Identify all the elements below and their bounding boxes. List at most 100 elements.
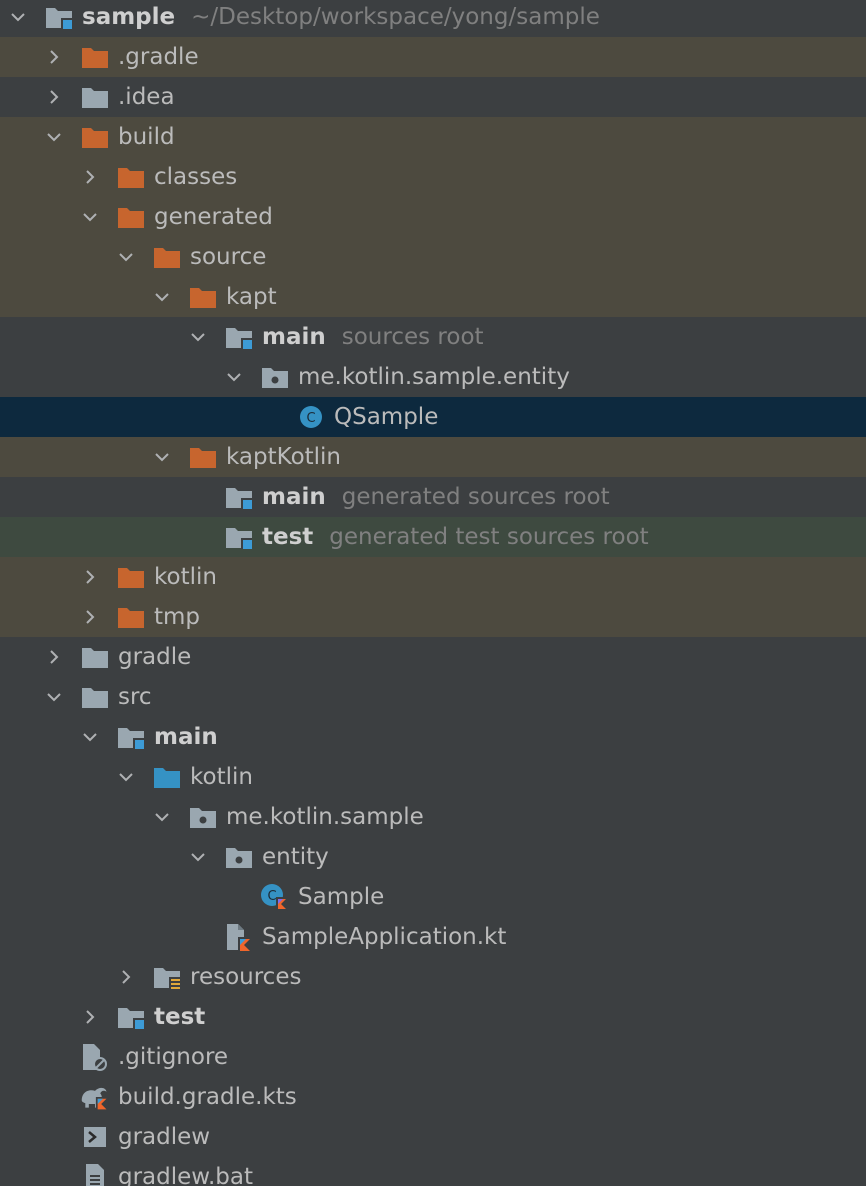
chevron-right-icon[interactable]: [78, 997, 102, 1037]
chevron-right-icon[interactable]: [42, 37, 66, 77]
tree-item-name: gradlew.bat: [118, 1164, 254, 1186]
tree-row[interactable]: main: [0, 717, 866, 757]
ignore-file-icon: [80, 1043, 110, 1071]
tree-item-name: build.gradle.kts: [118, 1084, 297, 1110]
chevron-down-icon[interactable]: [114, 237, 138, 277]
tree-item-label: main generated sources root: [262, 477, 610, 517]
module-folder-icon: [116, 723, 146, 751]
tree-item-label: me.kotlin.sample: [226, 797, 424, 837]
tree-row[interactable]: gradlew: [0, 1117, 866, 1157]
chevron-down-icon[interactable]: [6, 0, 30, 37]
tree-row[interactable]: .gradle: [0, 37, 866, 77]
tree-row[interactable]: kotlin: [0, 557, 866, 597]
tree-item-label: Sample: [298, 877, 384, 917]
tree-item-name: main: [262, 484, 326, 510]
tree-item-label: test generated test sources root: [262, 517, 649, 557]
chevron-down-icon[interactable]: [42, 677, 66, 717]
tree-item-name: Sample: [298, 884, 385, 910]
chevron-down-icon[interactable]: [222, 357, 246, 397]
chevron-right-icon[interactable]: [78, 157, 102, 197]
excluded-folder-icon: [116, 563, 146, 591]
chevron-down-icon[interactable]: [150, 797, 174, 837]
tree-item-label: build.gradle.kts: [118, 1077, 297, 1117]
chevron-right-icon[interactable]: [42, 77, 66, 117]
tree-item-name: tmp: [154, 604, 201, 630]
tree-item-label: kapt: [226, 277, 277, 317]
tree-item-name: sample: [82, 4, 176, 30]
svg-text:C: C: [306, 411, 315, 426]
tree-row[interactable]: me.kotlin.sample: [0, 797, 866, 837]
module-folder-icon: [116, 1003, 146, 1031]
chevron-right-icon[interactable]: [78, 557, 102, 597]
tree-item-label: .gitignore: [118, 1037, 228, 1077]
tree-row[interactable]: test: [0, 997, 866, 1037]
tree-item-label: QSample: [334, 397, 438, 437]
excluded-folder-icon: [188, 283, 218, 311]
module-folder-icon: [44, 3, 74, 31]
tree-row[interactable]: .gitignore: [0, 1037, 866, 1077]
tree-item-label: me.kotlin.sample.entity: [298, 357, 570, 397]
tree-item-name: me.kotlin.sample: [226, 804, 424, 830]
tree-item-label: resources: [190, 957, 301, 997]
resources-folder-icon: [152, 963, 182, 991]
tree-row[interactable]: entity: [0, 837, 866, 877]
tree-row[interactable]: src: [0, 677, 866, 717]
tree-item-name: SampleApplication.kt: [262, 924, 507, 950]
tree-row[interactable]: C Sample: [0, 877, 866, 917]
chevron-right-icon[interactable]: [114, 957, 138, 997]
chevron-down-icon[interactable]: [186, 837, 210, 877]
tree-row[interactable]: gradlew.bat: [0, 1157, 866, 1186]
chevron-down-icon[interactable]: [150, 277, 174, 317]
tree-item-name: me.kotlin.sample.entity: [298, 364, 570, 390]
tree-row[interactable]: .idea: [0, 77, 866, 117]
tree-row[interactable]: sample ~/Desktop/workspace/yong/sample: [0, 0, 866, 37]
tree-item-label: SampleApplication.kt: [262, 917, 506, 957]
tree-row[interactable]: SampleApplication.kt: [0, 917, 866, 957]
package-icon: [260, 363, 290, 391]
tree-row[interactable]: gradle: [0, 637, 866, 677]
tree-row[interactable]: build.gradle.kts: [0, 1077, 866, 1117]
tree-row[interactable]: generated: [0, 197, 866, 237]
source-folder-icon: [152, 763, 182, 791]
tree-row[interactable]: test generated test sources root: [0, 517, 866, 557]
chevron-down-icon[interactable]: [78, 717, 102, 757]
tree-row[interactable]: me.kotlin.sample.entity: [0, 357, 866, 397]
tree-row[interactable]: kaptKotlin: [0, 437, 866, 477]
tree-row[interactable]: C QSample: [0, 397, 866, 437]
tree-row[interactable]: tmp: [0, 597, 866, 637]
chevron-down-icon[interactable]: [150, 437, 174, 477]
tree-item-name: source: [190, 244, 267, 270]
chevron-down-icon[interactable]: [78, 197, 102, 237]
chevron-down-icon[interactable]: [114, 757, 138, 797]
tree-row[interactable]: kotlin: [0, 757, 866, 797]
tree-row[interactable]: build: [0, 117, 866, 157]
chevron-down-icon[interactable]: [186, 317, 210, 357]
source-root-folder-icon: [224, 323, 254, 351]
shell-script-icon: [80, 1123, 110, 1151]
chevron-down-icon[interactable]: [42, 117, 66, 157]
tree-item-label: generated: [154, 197, 273, 237]
chevron-right-icon[interactable]: [42, 637, 66, 677]
tree-item-hint: generated test sources root: [329, 524, 649, 550]
kotlin-class-icon: C: [260, 883, 290, 911]
tree-item-label: sample ~/Desktop/workspace/yong/sample: [82, 0, 600, 37]
tree-item-label: src: [118, 677, 152, 717]
tree-item-label: gradlew: [118, 1117, 210, 1157]
excluded-folder-icon: [80, 43, 110, 71]
tree-row[interactable]: resources: [0, 957, 866, 997]
tree-item-name: src: [118, 684, 152, 710]
tree-item-label: main sources root: [262, 317, 484, 357]
tree-row[interactable]: main sources root: [0, 317, 866, 357]
tree-item-name: kotlin: [190, 764, 253, 790]
chevron-right-icon[interactable]: [78, 597, 102, 637]
tree-item-label: .gradle: [118, 37, 199, 77]
tree-item-label: gradlew.bat: [118, 1157, 253, 1186]
folder-icon: [80, 683, 110, 711]
tree-row[interactable]: source: [0, 237, 866, 277]
tree-item-name: classes: [154, 164, 238, 190]
tree-row[interactable]: kapt: [0, 277, 866, 317]
tree-row[interactable]: main generated sources root: [0, 477, 866, 517]
tree-row[interactable]: classes: [0, 157, 866, 197]
tree-item-name: kapt: [226, 284, 277, 310]
tree-item-label: kaptKotlin: [226, 437, 341, 477]
